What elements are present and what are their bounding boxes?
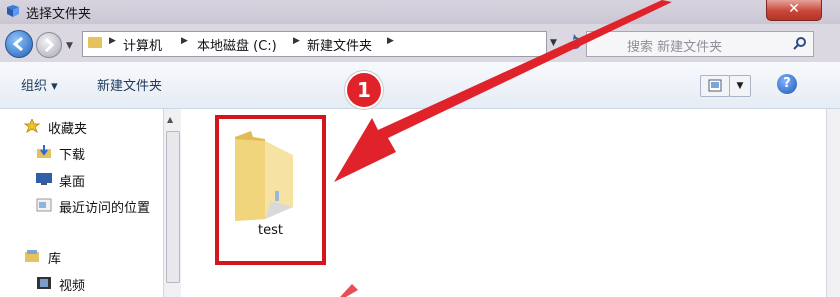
nav-recent-places[interactable]: 最近访问的位置 [59, 197, 150, 216]
step-badge: 1 [345, 71, 383, 109]
forward-button[interactable] [36, 32, 62, 58]
folder-dialog-icon [7, 5, 19, 17]
nav-libraries[interactable]: 库 [48, 248, 61, 267]
file-list: test [181, 109, 840, 297]
scroll-up-icon[interactable]: ▲ [167, 115, 173, 124]
downloads-icon [37, 145, 51, 158]
nav-desktop[interactable]: 桌面 [59, 171, 85, 190]
title-bar: 选择文件夹 ✕ [0, 0, 840, 24]
view-icon [708, 79, 722, 92]
scrollbar-thumb[interactable] [166, 131, 180, 283]
refresh-icon [569, 34, 581, 49]
desktop-icon [36, 173, 52, 185]
recent-pages-dropdown[interactable]: ▼ [66, 41, 73, 51]
folder-icon [235, 131, 293, 221]
nav-favorites[interactable]: 收藏夹 [48, 118, 87, 137]
change-view-button[interactable] [700, 75, 730, 97]
folder-name: test [258, 223, 283, 238]
recent-places-icon [36, 198, 52, 212]
back-arrow-icon [12, 36, 23, 52]
libraries-icon [25, 250, 39, 262]
refresh-button[interactable] [566, 32, 584, 52]
chevron-right-icon[interactable]: ▶ [109, 36, 116, 46]
content-scrollbar[interactable] [826, 109, 840, 297]
address-history-dropdown[interactable]: ▼ [550, 38, 557, 48]
back-button[interactable] [5, 30, 33, 58]
nav-videos[interactable]: 视频 [59, 275, 85, 294]
help-button[interactable]: ? [777, 74, 797, 94]
close-button[interactable]: ✕ [766, 0, 822, 21]
breadcrumb-new-folder[interactable]: 新建文件夹 [307, 35, 372, 54]
folder-item-test[interactable]: test [215, 115, 326, 265]
new-folder-button[interactable]: 新建文件夹 [97, 75, 162, 94]
folder-icon [88, 37, 102, 48]
navigation-scrollbar[interactable]: ▲ [163, 109, 181, 297]
chevron-right-icon[interactable]: ▶ [387, 36, 394, 46]
video-library-icon [37, 277, 51, 289]
search-input[interactable]: 搜索 新建文件夹 [586, 31, 814, 57]
view-options-dropdown[interactable]: ▼ [729, 75, 751, 97]
breadcrumb-local-disk[interactable]: 本地磁盘 (C:) [197, 35, 277, 54]
chevron-right-icon[interactable]: ▶ [293, 36, 300, 46]
favorites-star-icon [24, 119, 40, 133]
organize-button[interactable]: 组织 ▾ [21, 75, 58, 94]
nav-downloads[interactable]: 下载 [59, 144, 85, 163]
chevron-right-icon[interactable]: ▶ [181, 36, 188, 46]
window-title: 选择文件夹 [26, 7, 92, 22]
search-placeholder: 搜索 新建文件夹 [627, 40, 723, 55]
command-bar: 组织 ▾ 新建文件夹 ▼ ? [0, 62, 840, 109]
navigation-pane: 收藏夹 下载 桌面 最近访问的位置 库 视频 [0, 109, 162, 297]
breadcrumb-computer[interactable]: 计算机 [123, 35, 162, 54]
search-icon[interactable] [793, 36, 807, 50]
forward-arrow-icon [44, 37, 55, 53]
address-bar[interactable]: ▶ 计算机 ▶ 本地磁盘 (C:) ▶ 新建文件夹 ▶ [82, 31, 547, 57]
address-row: ▼ ▶ 计算机 ▶ 本地磁盘 (C:) ▶ 新建文件夹 ▶ ▼ 搜索 新建文件夹 [0, 24, 840, 62]
